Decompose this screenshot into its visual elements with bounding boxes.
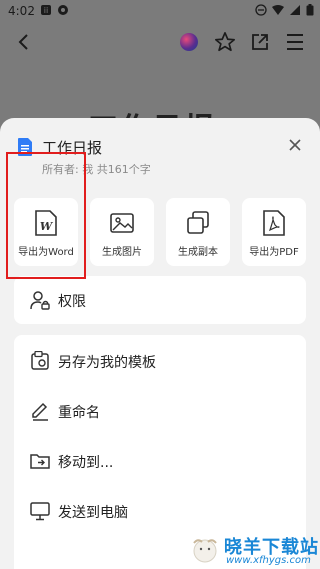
menu-item-move[interactable]: 移动到... [14, 441, 306, 481]
menu-item-send-to-pc[interactable]: 发送到电脑 [14, 491, 306, 531]
pdf-export-icon [263, 210, 285, 236]
menu-item-label: 重命名 [58, 405, 100, 421]
menu-item-label: 移动到... [58, 455, 114, 471]
menu-icon[interactable] [285, 33, 305, 51]
notification-icon: ii [41, 5, 51, 15]
share-icon[interactable] [250, 32, 270, 52]
generate-image-button[interactable]: 生成图片 [90, 198, 154, 266]
permission-label: 权限 [58, 294, 86, 310]
app-notification-icon [58, 5, 68, 15]
close-icon[interactable] [286, 136, 304, 154]
dnd-icon [255, 4, 267, 16]
menu-item-save-template[interactable]: 另存为我的模板 [14, 341, 306, 381]
menu-item-label: 另存为我的模板 [58, 355, 156, 371]
battery-icon [306, 4, 314, 16]
signal-icon [290, 5, 300, 15]
svg-text:ii: ii [44, 6, 48, 15]
folder-move-icon [30, 454, 50, 469]
user-lock-icon [30, 291, 50, 310]
pencil-icon [32, 402, 48, 421]
wifi-icon [272, 5, 284, 15]
menu-item-label: 发送到电脑 [58, 505, 128, 521]
image-icon [110, 213, 134, 233]
status-time: 4:02 [8, 4, 35, 18]
avatar[interactable] [180, 33, 198, 51]
menu-item-rename[interactable]: 重命名 [14, 391, 306, 431]
highlight-frame [6, 152, 86, 279]
sheep-logo-icon [193, 539, 217, 563]
back-arrow-icon[interactable] [14, 32, 34, 52]
monitor-icon [30, 502, 50, 521]
status-bar: 4:02 ii [0, 0, 320, 22]
export-pdf-button[interactable]: 导出为PDF [242, 198, 306, 266]
permission-row[interactable]: 权限 [14, 280, 306, 320]
export-pdf-label: 导出为PDF [249, 247, 299, 258]
permission-item[interactable]: 权限 [14, 276, 306, 324]
watermark-url: www.xfhygs.com [226, 555, 311, 566]
star-icon[interactable] [214, 31, 236, 53]
status-left-icons: ii [40, 4, 69, 16]
copy-icon [187, 211, 209, 234]
generate-image-label: 生成图片 [102, 247, 142, 258]
template-icon [31, 351, 49, 370]
app-bar [0, 22, 320, 62]
status-right-icons [255, 4, 314, 16]
generate-copy-button[interactable]: 生成副本 [166, 198, 230, 266]
generate-copy-label: 生成副本 [178, 247, 218, 258]
watermark: 晓羊下载站 www.xfhygs.com [188, 531, 320, 569]
